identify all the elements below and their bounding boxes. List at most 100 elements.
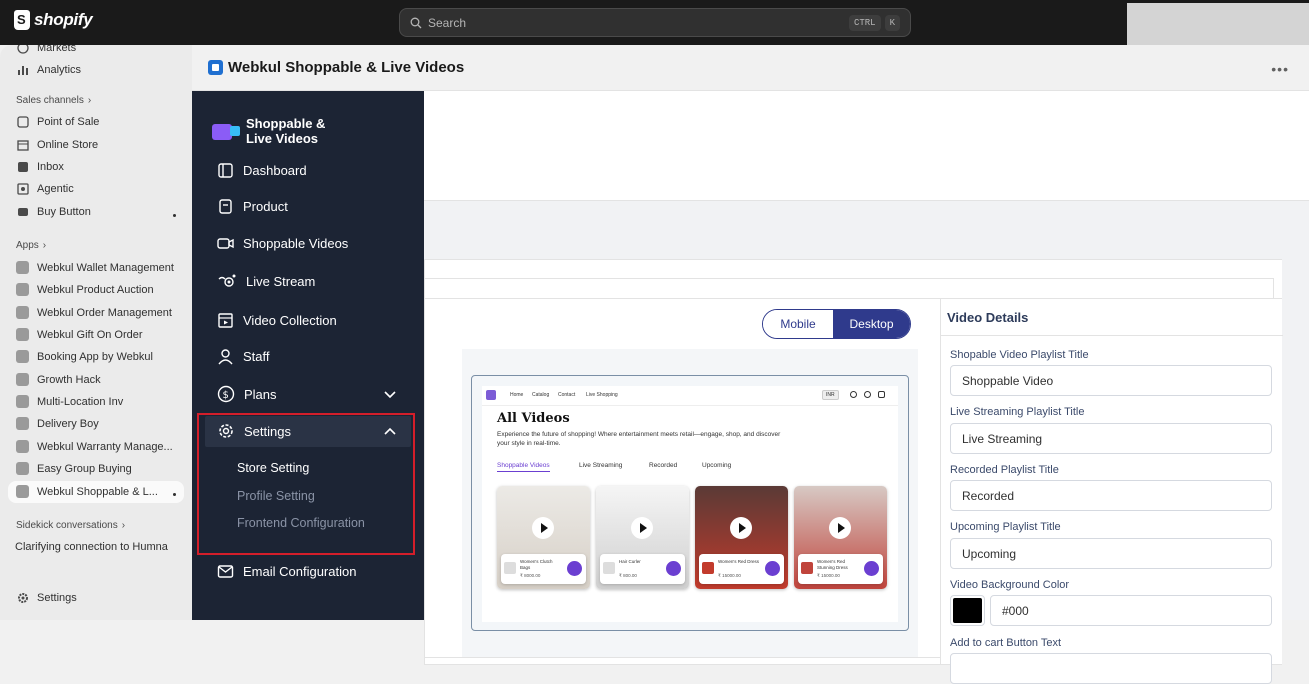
field-label: Upcoming Playlist Title — [950, 521, 1061, 533]
toggle-desktop-button[interactable]: Desktop — [833, 310, 910, 338]
nav-app-item[interactable]: Easy Group Buying — [16, 462, 132, 475]
search-bar[interactable]: Search CTRL K — [399, 8, 911, 37]
storefront-search-icon — [850, 391, 857, 398]
product-tag: Hair Curler ₹ 800.00 — [600, 554, 685, 584]
bg-color-swatch[interactable] — [950, 595, 985, 626]
field-label: Video Background Color — [950, 579, 1070, 591]
storefront-nav-link: Home — [510, 392, 524, 398]
nav-item-inbox[interactable]: Inbox — [16, 160, 64, 173]
nav-app-item[interactable]: Delivery Boy — [16, 417, 99, 430]
sidebar-label: Shoppable Videos — [243, 236, 349, 251]
sidebar-label: Email Configuration — [243, 564, 357, 579]
nav-app-item[interactable]: Webkul Wallet Management — [16, 261, 174, 274]
email-icon — [217, 565, 234, 578]
toggle-mobile-button[interactable]: Mobile — [763, 310, 833, 338]
storefront-tab: Live Streaming — [579, 462, 623, 469]
nav-app-item[interactable]: Webkul Gift On Order — [16, 328, 143, 341]
add-to-cart-text-input[interactable] — [950, 653, 1272, 684]
sidebar-label: Plans — [244, 386, 277, 402]
upcoming-playlist-title-input[interactable]: Upcoming — [950, 538, 1272, 569]
nav-item-online-store[interactable]: Online Store — [16, 138, 98, 151]
nav-item-analytics[interactable]: Analytics — [16, 63, 81, 76]
shortcut-k: K — [884, 14, 900, 31]
sidebar-item-live-stream[interactable]: Live Stream — [217, 273, 315, 290]
bar-chart-icon — [16, 63, 29, 76]
nav-app-item[interactable]: Webkul Warranty Manage... — [16, 440, 173, 453]
product-name: Women's Clutch Bags — [520, 559, 553, 570]
sidebar-item-shoppable-videos[interactable]: Shoppable Videos — [217, 235, 348, 252]
product-tag: Women's Red Stunning Dress ₹ 15000.00 — [798, 554, 883, 584]
product-price: ₹ 15000.00 — [718, 573, 741, 578]
app-thumb-icon — [16, 373, 29, 386]
app-thumb-icon — [16, 328, 29, 341]
storefront-title: All Videos — [497, 411, 570, 426]
product-thumb — [702, 562, 714, 574]
sidebar-item-dashboard[interactable]: Dashboard — [217, 162, 307, 179]
sales-channels-header[interactable]: Sales channels › — [16, 95, 91, 106]
app-brand-name: Shoppable & Live Videos — [246, 116, 325, 146]
store-icon — [16, 138, 29, 151]
nav-app-item[interactable]: Webkul Order Management — [16, 306, 172, 319]
play-icon — [532, 517, 554, 539]
storefront-user-icon — [864, 391, 871, 398]
sidebar-item-plans[interactable]: $ Plans — [217, 385, 277, 403]
add-to-cart-icon — [567, 561, 582, 576]
product-icon — [219, 199, 232, 214]
app-thumb-icon — [16, 261, 29, 274]
sidebar-item-video-collection[interactable]: Video Collection — [217, 312, 337, 329]
add-to-cart-icon — [765, 561, 780, 576]
app-brand[interactable]: Shoppable & Live Videos — [212, 116, 325, 146]
nav-item-agentic[interactable]: Agentic — [16, 182, 74, 195]
pin-dot-icon — [173, 493, 176, 496]
sidebar-label: Dashboard — [243, 163, 307, 178]
settings-highlight-annotation — [197, 413, 415, 555]
color-preview — [953, 598, 982, 623]
live-streaming-playlist-title-input[interactable]: Live Streaming — [950, 423, 1272, 454]
sidebar-item-email-configuration[interactable]: Email Configuration — [217, 563, 356, 580]
product-tag: Women's Red Dress ₹ 15000.00 — [699, 554, 784, 584]
nav-app-item[interactable]: Growth Hack — [16, 373, 101, 386]
sidebar-item-product[interactable]: Product — [217, 198, 288, 215]
nav-app-item[interactable]: Booking App by Webkul — [16, 350, 153, 363]
nav-label: Webkul Product Auction — [37, 283, 154, 296]
page-header-band — [424, 91, 1309, 201]
nav-item-settings[interactable]: Settings — [16, 591, 77, 604]
chevron-down-icon[interactable] — [384, 391, 396, 399]
more-actions-icon[interactable]: ••• — [1271, 61, 1289, 77]
nav-item-markets[interactable]: Markets — [16, 45, 76, 54]
product-price: ₹ 8000.00 — [520, 573, 541, 578]
storefront-nav: Home Catalog Contact Live Shopping INR — [482, 386, 898, 406]
product-thumb — [504, 562, 516, 574]
product-thumb — [603, 562, 615, 574]
shoppable-playlist-title-input[interactable]: Shoppable Video — [950, 365, 1272, 396]
bg-color-input[interactable]: #000 — [990, 595, 1272, 626]
recorded-playlist-title-input[interactable]: Recorded — [950, 480, 1272, 511]
sidebar-item-staff[interactable]: Staff — [217, 348, 270, 365]
nav-app-item[interactable]: Webkul Product Auction — [16, 283, 154, 296]
play-icon — [631, 517, 653, 539]
nav-label: Multi-Location Inv — [37, 395, 124, 408]
shopify-logo[interactable]: shopify — [14, 10, 93, 30]
nav-item-point-of-sale[interactable]: Point of Sale — [16, 115, 99, 128]
globe-icon — [16, 45, 29, 54]
nav-app-item-active[interactable]: Webkul Shoppable & L... — [16, 485, 158, 498]
app-thumb-icon — [16, 283, 29, 296]
store-profile-area[interactable] — [1127, 3, 1309, 45]
sidebar-label: Staff — [243, 349, 270, 364]
section-label: Apps — [16, 240, 39, 251]
nav-label: Growth Hack — [37, 373, 101, 386]
nav-item-buy-button[interactable]: Buy Button — [16, 205, 91, 218]
nav-app-item[interactable]: Multi-Location Inv — [16, 395, 123, 408]
brand-cart-icon — [212, 120, 242, 142]
storefront-preview: Home Catalog Contact Live Shopping INR A… — [471, 375, 909, 631]
svg-text:$: $ — [223, 390, 229, 401]
add-to-cart-icon — [864, 561, 879, 576]
storefront-nav-link: Live Shopping — [586, 392, 618, 398]
apps-header[interactable]: Apps › — [16, 240, 46, 251]
shopify-brand-text: shopify — [34, 10, 93, 29]
storefront-nav-link: Catalog — [532, 392, 550, 398]
nav-label: Buy Button — [37, 205, 91, 218]
nav-label: Delivery Boy — [37, 417, 99, 430]
sidekick-conversation-item[interactable]: Clarifying connection to Humna — [15, 541, 168, 553]
sidekick-header[interactable]: Sidekick conversations › — [16, 520, 125, 531]
